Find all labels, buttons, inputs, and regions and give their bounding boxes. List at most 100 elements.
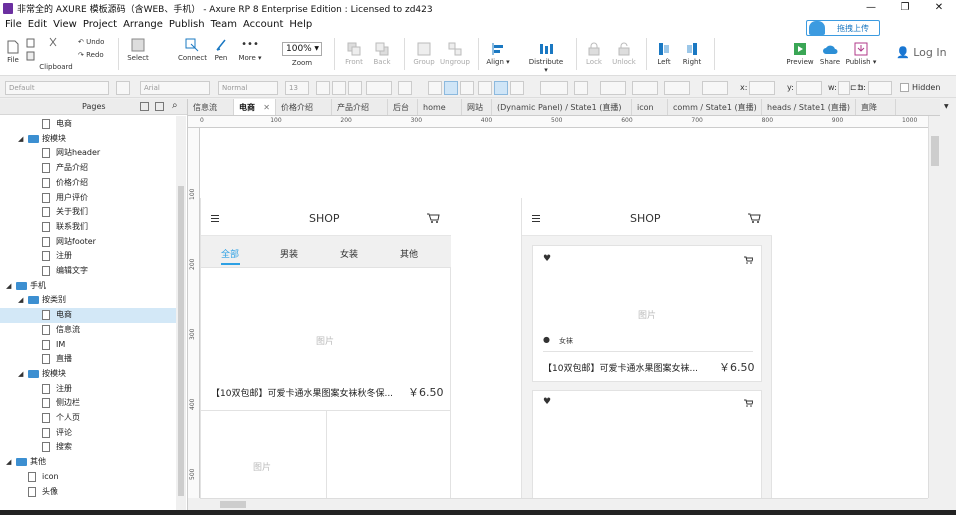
- add-folder-icon[interactable]: [155, 102, 164, 111]
- undo-button[interactable]: ↶ Undo: [78, 38, 112, 46]
- pages-scrollbar[interactable]: [176, 116, 186, 515]
- arrow-style-button[interactable]: [702, 81, 728, 95]
- tab-page[interactable]: 网站: [462, 99, 492, 115]
- tab-page[interactable]: icon: [632, 99, 668, 115]
- file-button[interactable]: File: [4, 40, 22, 64]
- y-input[interactable]: [796, 81, 822, 95]
- preview-button[interactable]: Preview: [786, 42, 814, 66]
- heart-icon[interactable]: ♥: [543, 397, 551, 407]
- close-tab-icon[interactable]: ✕: [263, 99, 270, 115]
- shadow-button[interactable]: [574, 81, 588, 95]
- menu-publish[interactable]: Publish: [169, 19, 205, 30]
- expand-arrow-icon[interactable]: ◢: [6, 455, 11, 470]
- close-button[interactable]: ✕: [922, 0, 956, 16]
- lock-button[interactable]: Lock: [582, 42, 606, 66]
- font-select[interactable]: Arial: [140, 81, 210, 95]
- tabs-dropdown-icon[interactable]: ▼: [944, 103, 949, 110]
- tree-page[interactable]: 网站footer: [0, 235, 176, 250]
- scrollbar-thumb[interactable]: [178, 186, 184, 496]
- tree-page[interactable]: 头像: [0, 485, 176, 500]
- font-size-select[interactable]: 13: [285, 81, 309, 95]
- tree-page[interactable]: 注册: [0, 382, 176, 397]
- paste-button[interactable]: [26, 51, 36, 63]
- redo-button[interactable]: ↷ Redo: [78, 51, 112, 59]
- w-input[interactable]: [838, 81, 850, 95]
- left-button[interactable]: Left: [652, 42, 676, 66]
- expand-arrow-icon[interactable]: ◢: [18, 132, 23, 147]
- drag-upload-button[interactable]: 拖拽上传: [806, 20, 880, 36]
- valign-middle-button[interactable]: [494, 81, 508, 95]
- tab-page[interactable]: 信息流: [188, 99, 234, 115]
- bullet-button[interactable]: [398, 81, 412, 95]
- tree-folder[interactable]: ◢ 按类别: [0, 293, 176, 308]
- pen-tool[interactable]: Pen: [209, 38, 233, 62]
- category-all[interactable]: 全部: [221, 247, 239, 260]
- search-icon[interactable]: ⌕: [172, 100, 178, 111]
- bold-button[interactable]: [316, 81, 330, 95]
- border-style-button[interactable]: [664, 81, 690, 95]
- align-button[interactable]: Align ▾: [484, 42, 512, 66]
- align-text-right-button[interactable]: [460, 81, 474, 95]
- tree-folder[interactable]: ◢ 其他: [0, 455, 176, 470]
- font-color-button[interactable]: [366, 81, 392, 95]
- product-card[interactable]: ♥: [532, 390, 762, 498]
- tab-page[interactable]: home: [418, 99, 462, 115]
- publish-button[interactable]: Publish ▾: [845, 42, 877, 66]
- tree-page[interactable]: 信息流: [0, 323, 176, 338]
- tree-page[interactable]: 网站header: [0, 146, 176, 161]
- maximize-button[interactable]: ❐: [888, 0, 922, 16]
- expand-arrow-icon[interactable]: ◢: [18, 293, 23, 308]
- hidden-checkbox[interactable]: [900, 83, 909, 92]
- right-button[interactable]: Right: [680, 42, 704, 66]
- shopping-cart-icon[interactable]: [427, 213, 440, 223]
- tab-page[interactable]: comm / State1 (直播): [668, 99, 762, 115]
- x-input[interactable]: [749, 81, 775, 95]
- design-canvas[interactable]: SHOP 全部 男装 女装 其他 图片 【10双包邮】可爱卡通水果图案女袜秋冬保…: [200, 128, 928, 498]
- tree-page[interactable]: IM: [0, 338, 176, 353]
- tab-page[interactable]: 产品介绍: [332, 99, 388, 115]
- tree-page[interactable]: 产品介绍: [0, 161, 176, 176]
- ungroup-button[interactable]: Ungroup: [438, 42, 472, 66]
- tree-page[interactable]: 评论: [0, 426, 176, 441]
- border-width-button[interactable]: [632, 81, 658, 95]
- category-women[interactable]: 女装: [340, 247, 358, 260]
- scrollbar-thumb[interactable]: [220, 501, 246, 508]
- canvas-horizontal-scrollbar[interactable]: [200, 498, 928, 510]
- zoom-select[interactable]: 100% ▼: [282, 42, 322, 56]
- connect-tool[interactable]: Connect: [178, 38, 207, 62]
- valign-bottom-button[interactable]: [510, 81, 524, 95]
- cart-icon[interactable]: [744, 256, 753, 264]
- tree-folder[interactable]: ◢ 手机: [0, 279, 176, 294]
- tree-folder[interactable]: ◢ 按模块: [0, 367, 176, 382]
- tab-page[interactable]: heads / State1 (直播): [762, 99, 856, 115]
- back-button[interactable]: Back: [370, 42, 394, 66]
- menu-edit[interactable]: Edit: [28, 19, 47, 30]
- tab-page[interactable]: (Dynamic Panel) / State1 (直播): [492, 99, 632, 115]
- copy-button[interactable]: [26, 38, 36, 50]
- style-manager-button[interactable]: [116, 81, 130, 95]
- align-text-left-button[interactable]: [428, 81, 442, 95]
- category-other[interactable]: 其他: [400, 247, 418, 260]
- menu-file[interactable]: File: [5, 19, 22, 30]
- tree-page[interactable]: 电商: [0, 117, 176, 132]
- menu-arrange[interactable]: Arrange: [123, 19, 163, 30]
- border-color-button[interactable]: [600, 81, 626, 95]
- tab-page[interactable]: 直降: [856, 99, 896, 115]
- menu-account[interactable]: Account: [243, 19, 283, 30]
- tree-page[interactable]: icon: [0, 470, 176, 485]
- front-button[interactable]: Front: [342, 42, 366, 66]
- fill-color-button[interactable]: [540, 81, 568, 95]
- menu-project[interactable]: Project: [83, 19, 117, 30]
- menu-view[interactable]: View: [53, 19, 77, 30]
- expand-arrow-icon[interactable]: ◢: [6, 279, 11, 294]
- category-men[interactable]: 男装: [280, 247, 298, 260]
- align-text-center-button[interactable]: [444, 81, 458, 95]
- hamburger-menu-icon[interactable]: [532, 215, 540, 224]
- group-button[interactable]: Group: [410, 42, 438, 66]
- tree-page[interactable]: 搜索: [0, 440, 176, 455]
- tree-page[interactable]: 关于我们: [0, 205, 176, 220]
- italic-button[interactable]: [332, 81, 346, 95]
- cut-button[interactable]: [42, 37, 64, 49]
- unlock-button[interactable]: Unlock: [610, 42, 638, 66]
- h-input[interactable]: [868, 81, 892, 95]
